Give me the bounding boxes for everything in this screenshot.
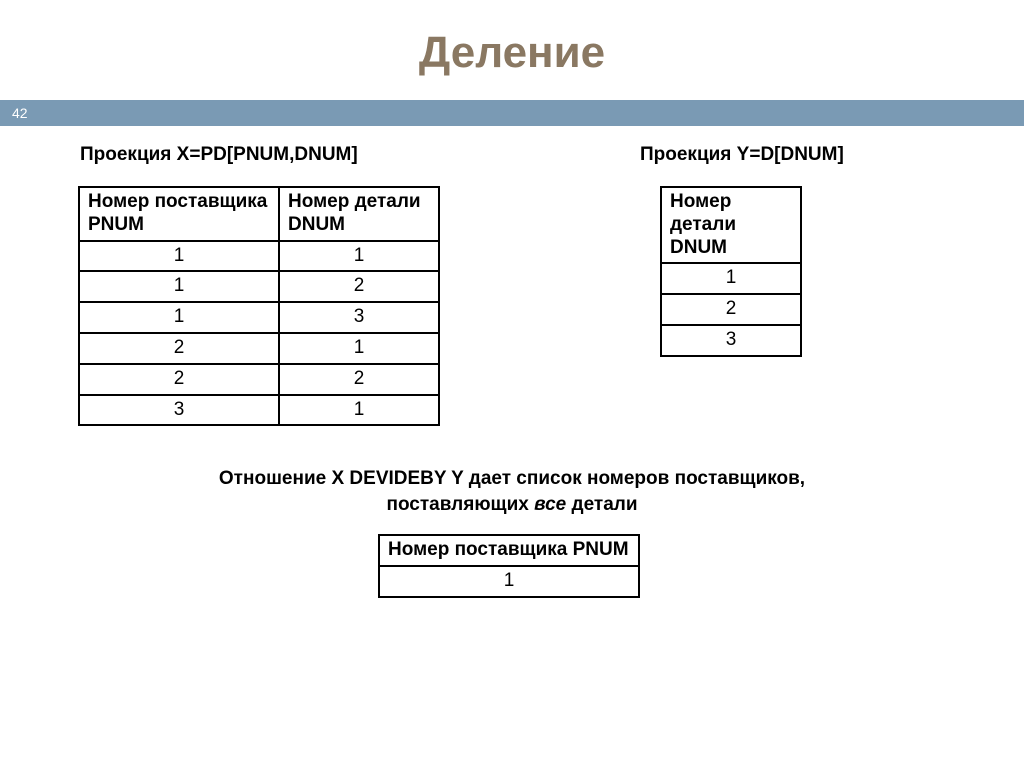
table-row: 2 1 [79,333,439,364]
cell: 2 [279,271,439,302]
cell: 1 [79,302,279,333]
description-text: Отношение X DEVIDEBY Y дает список номер… [0,466,1024,517]
table-row: 1 [379,566,639,597]
cell: 1 [79,241,279,272]
desc-line2c: детали [566,494,637,515]
table-row: 2 2 [79,364,439,395]
desc-line2b: все [534,494,566,515]
table-row: Номер поставщика PNUM [379,535,639,566]
cell: 1 [379,566,639,597]
table-y-wrapper: Номер детали DNUM 1 2 3 [660,186,802,357]
table-result: Номер поставщика PNUM 1 [378,534,640,598]
table-row: Номер детали DNUM [661,187,801,263]
cell: 1 [279,395,439,426]
accent-band: 42 [0,100,1024,126]
table-x: Номер поставщика PNUM Номер детали DNUM … [78,186,440,426]
table-x-header-dnum: Номер детали DNUM [279,187,439,241]
content-area: Проекция X=PD[PNUM,DNUM] Проекция Y=D[DN… [0,126,1024,144]
desc-line2a: поставляющих [386,494,534,515]
caption-projection-x: Проекция X=PD[PNUM,DNUM] [80,144,358,166]
table-row: 3 1 [79,395,439,426]
table-result-wrapper: Номер поставщика PNUM 1 [378,534,640,598]
cell: 2 [79,333,279,364]
cell: 3 [279,302,439,333]
cell: 1 [279,333,439,364]
table-row: 3 [661,325,801,356]
cell: 1 [79,271,279,302]
table-row: 1 3 [79,302,439,333]
table-x-wrapper: Номер поставщика PNUM Номер детали DNUM … [78,186,440,426]
desc-line1: Отношение X DEVIDEBY Y дает список номер… [219,468,805,489]
cell: 2 [279,364,439,395]
table-result-header-pnum: Номер поставщика PNUM [379,535,639,566]
table-row: 1 1 [79,241,439,272]
table-row: 2 [661,294,801,325]
table-x-header-pnum: Номер поставщика PNUM [79,187,279,241]
table-row: 1 2 [79,271,439,302]
cell: 1 [661,263,801,294]
cell: 3 [661,325,801,356]
slide-title: Деление [0,0,1024,100]
cell: 2 [79,364,279,395]
table-row: Номер поставщика PNUM Номер детали DNUM [79,187,439,241]
cell: 2 [661,294,801,325]
table-y: Номер детали DNUM 1 2 3 [660,186,802,357]
cell: 3 [79,395,279,426]
table-y-header-dnum: Номер детали DNUM [661,187,801,263]
slide: Деление 42 Проекция X=PD[PNUM,DNUM] Прое… [0,0,1024,767]
caption-projection-y: Проекция Y=D[DNUM] [640,144,844,166]
cell: 1 [279,241,439,272]
table-row: 1 [661,263,801,294]
page-number: 42 [12,100,28,126]
